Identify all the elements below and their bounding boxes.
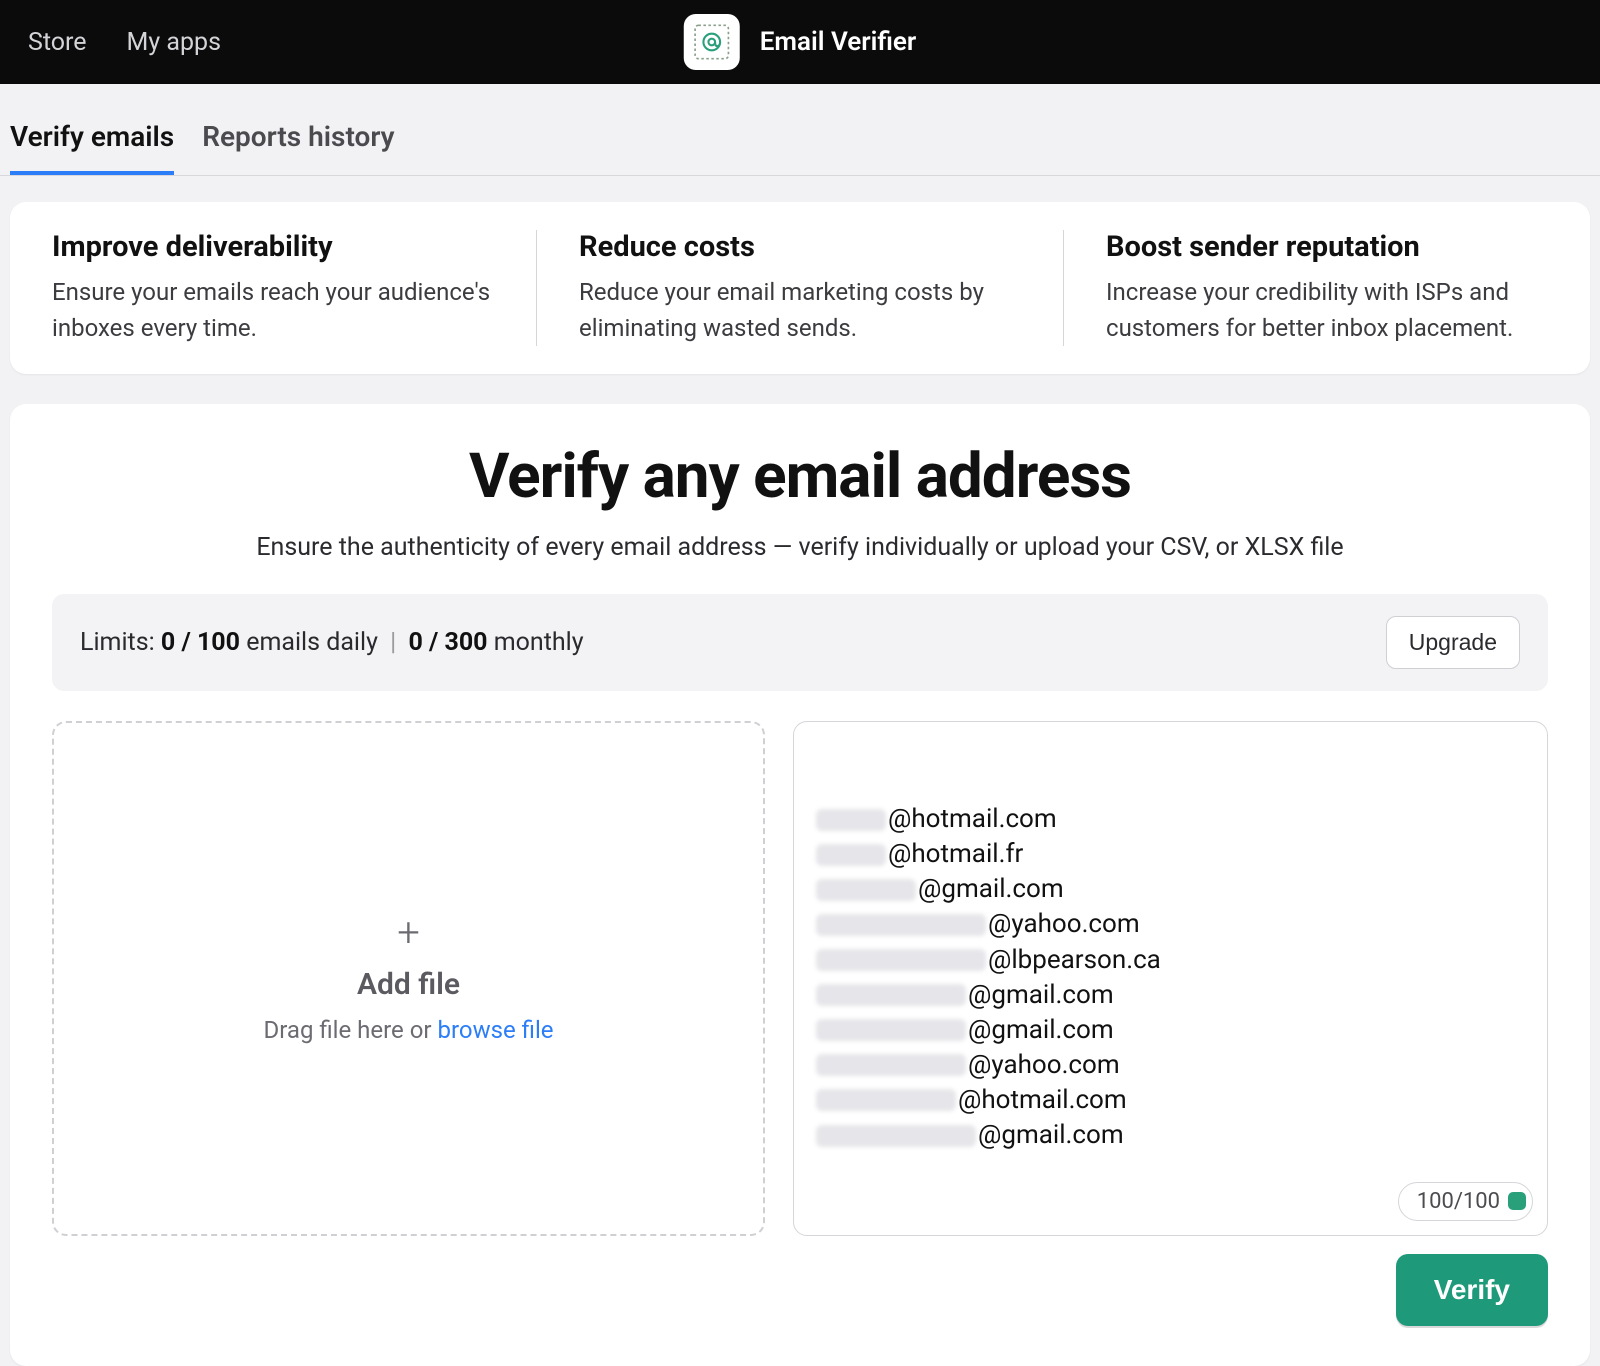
- plus-icon: +: [397, 913, 420, 953]
- redacted-local-part: [816, 844, 886, 866]
- redacted-local-part: [816, 879, 916, 901]
- app-icon: [684, 14, 740, 70]
- benefit-desc: Reduce your email marketing costs by eli…: [579, 274, 1021, 346]
- email-line: @gmail.com: [816, 978, 1525, 1013]
- email-line: @gmail.com: [816, 872, 1525, 907]
- email-domain: @gmail.com: [918, 872, 1064, 907]
- limits-text: Limits: 0 / 100 emails daily | 0 / 300 m…: [80, 628, 584, 657]
- topbar: Store My apps Email Verifier: [0, 0, 1600, 84]
- email-line: @yahoo.com: [816, 907, 1525, 942]
- benefit-desc: Ensure your emails reach your audience's…: [52, 274, 494, 346]
- email-line: @hotmail.com: [816, 1083, 1525, 1118]
- email-counter: 100/100: [1417, 1187, 1500, 1217]
- benefit-sender-reputation: Boost sender reputation Increase your cr…: [1063, 230, 1590, 346]
- browse-file-link[interactable]: browse file: [438, 1016, 554, 1044]
- tab-verify-emails[interactable]: Verify emails: [10, 120, 174, 175]
- upgrade-button[interactable]: Upgrade: [1386, 616, 1520, 669]
- redacted-local-part: [816, 984, 966, 1006]
- page-title: Verify any email address: [52, 440, 1548, 513]
- benefit-title: Boost sender reputation: [1106, 230, 1548, 264]
- file-dropzone[interactable]: + Add file Drag file here or browse file: [52, 721, 765, 1236]
- redacted-local-part: [816, 1089, 956, 1111]
- redacted-local-part: [816, 1125, 976, 1147]
- app-title: Email Verifier: [760, 27, 916, 57]
- email-domain: @hotmail.fr: [888, 837, 1023, 872]
- tab-reports-history[interactable]: Reports history: [202, 120, 394, 175]
- email-domain: @hotmail.com: [888, 802, 1057, 837]
- benefit-title: Reduce costs: [579, 230, 1021, 264]
- resize-handle-icon[interactable]: [1508, 1192, 1526, 1210]
- email-domain: @yahoo.com: [968, 1048, 1120, 1083]
- email-domain: @gmail.com: [978, 1118, 1124, 1153]
- emails-textarea[interactable]: @hotmail.com@hotmail.fr@gmail.com@yahoo.…: [793, 721, 1548, 1236]
- nav-my-apps[interactable]: My apps: [127, 28, 221, 57]
- benefit-deliverability: Improve deliverability Ensure your email…: [10, 230, 536, 346]
- email-line: @yahoo.com: [816, 1048, 1525, 1083]
- benefits-card: Improve deliverability Ensure your email…: [10, 202, 1590, 374]
- redacted-local-part: [816, 809, 886, 831]
- email-line: @hotmail.fr: [816, 837, 1525, 872]
- email-domain: @gmail.com: [968, 1013, 1114, 1048]
- redacted-local-part: [816, 949, 986, 971]
- redacted-local-part: [816, 1019, 966, 1041]
- email-line: @gmail.com: [816, 1013, 1525, 1048]
- page-subtitle: Ensure the authenticity of every email a…: [52, 533, 1548, 562]
- redacted-local-part: [816, 1054, 966, 1076]
- email-line: @hotmail.com: [816, 802, 1525, 837]
- redacted-local-part: [816, 914, 986, 936]
- verify-button[interactable]: Verify: [1396, 1254, 1548, 1326]
- email-domain: @hotmail.com: [958, 1083, 1127, 1118]
- email-counter-pill: 100/100: [1398, 1182, 1533, 1222]
- benefit-title: Improve deliverability: [52, 230, 494, 264]
- limits-bar: Limits: 0 / 100 emails daily | 0 / 300 m…: [52, 594, 1548, 691]
- drag-hint: Drag file here or browse file: [263, 1016, 553, 1044]
- email-domain: @lbpearson.ca: [988, 943, 1161, 978]
- benefit-reduce-costs: Reduce costs Reduce your email marketing…: [536, 230, 1063, 346]
- email-domain: @gmail.com: [968, 978, 1114, 1013]
- main-card: Verify any email address Ensure the auth…: [10, 404, 1590, 1366]
- nav-store[interactable]: Store: [28, 28, 87, 57]
- email-line: @lbpearson.ca: [816, 943, 1525, 978]
- email-domain: @yahoo.com: [988, 907, 1140, 942]
- stamp-at-icon: [692, 22, 732, 62]
- add-file-label: Add file: [357, 967, 460, 1002]
- benefit-desc: Increase your credibility with ISPs and …: [1106, 274, 1548, 346]
- email-line: @gmail.com: [816, 1118, 1525, 1153]
- tabs: Verify emails Reports history: [0, 84, 1600, 176]
